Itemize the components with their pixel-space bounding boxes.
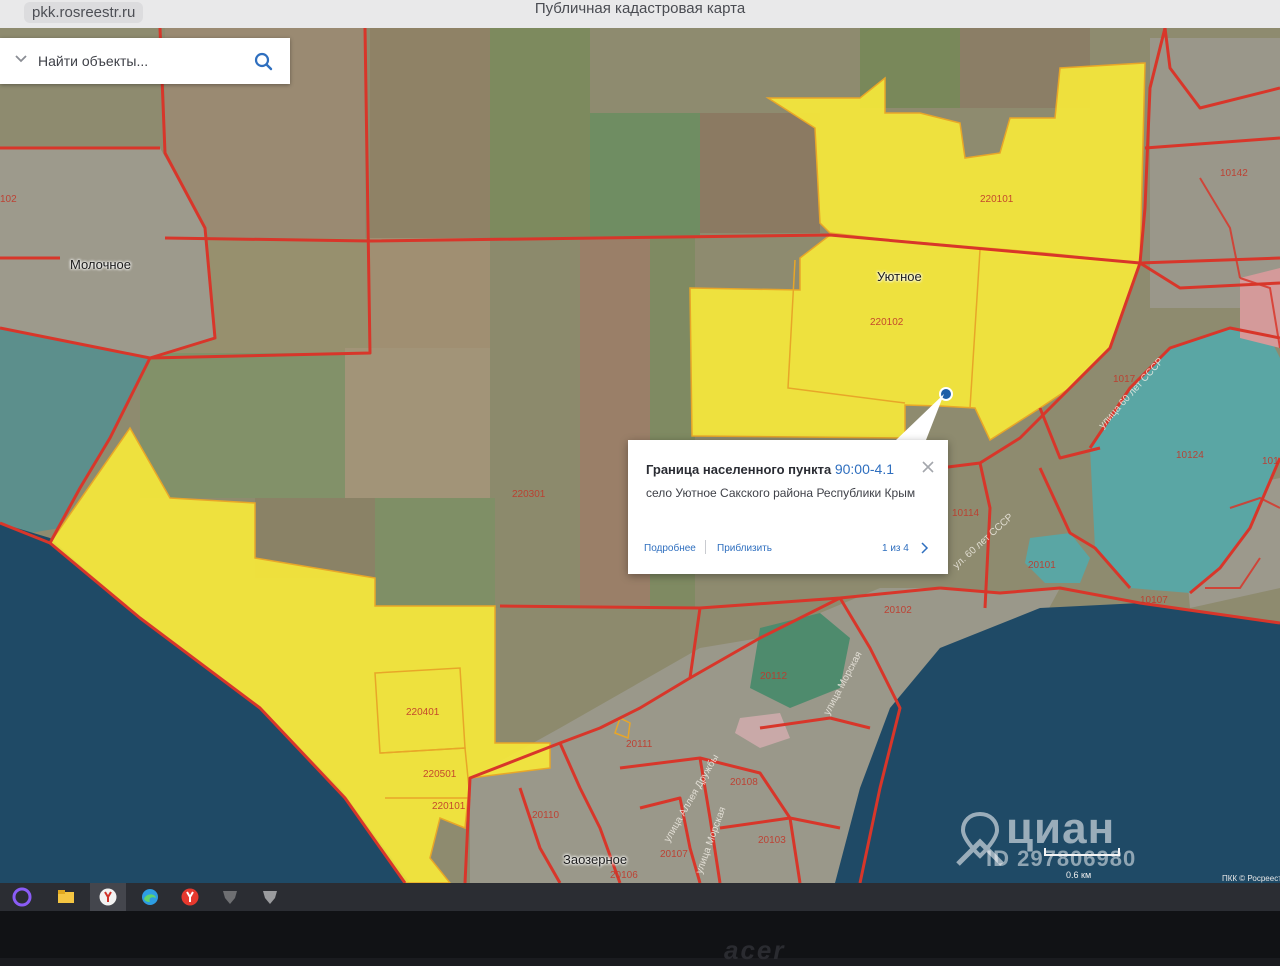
parcel-label: 220101	[980, 194, 1014, 205]
monitor-brand: acer	[724, 935, 786, 965]
search-icon[interactable]	[250, 48, 278, 76]
chevron-down-icon[interactable]	[14, 51, 28, 65]
parcel-label: 220501	[423, 769, 457, 780]
yandex-browser-icon[interactable]	[98, 887, 118, 907]
place-label-zaozernoe: Заозерное	[563, 852, 628, 867]
close-icon[interactable]	[920, 459, 936, 475]
field-patch	[490, 238, 580, 608]
parcel-label: 20102	[884, 605, 912, 616]
parcel-label: 10114	[952, 508, 980, 519]
parcel-label: 20112	[760, 671, 788, 682]
details-link[interactable]: Подробнее	[644, 543, 696, 554]
tanks-blitz-icon[interactable]	[260, 887, 280, 907]
popup-title: Граница населенного пункта 90:00-4.1	[646, 461, 894, 477]
cadastral-map[interactable]: Молочное Уютное Заозерное 102 220101 220…	[0, 28, 1280, 883]
parcel-label: 20111	[626, 739, 653, 750]
scale-label: 0.6 км	[1066, 870, 1092, 880]
field-patch	[590, 113, 700, 238]
scale-bar	[1044, 848, 1120, 856]
field-patch	[370, 28, 490, 238]
parcel-label: 20103	[758, 835, 786, 846]
parcel-label: 20106	[610, 870, 638, 881]
parcel-label: 20110	[532, 810, 560, 821]
village-east-area	[1150, 38, 1280, 308]
parcel-label: 220101	[432, 801, 466, 812]
alice-icon[interactable]	[12, 887, 32, 907]
popup-pointer	[896, 394, 944, 440]
field-patch	[370, 238, 490, 348]
popup-description: село Уютное Сакского района Республики К…	[646, 486, 916, 500]
page-title: Публичная кадастровая карта	[534, 0, 746, 17]
parcel-label: 220401	[406, 707, 440, 718]
monitor-bezel: acer	[0, 911, 1280, 965]
field-patch	[140, 353, 345, 498]
info-popup: Граница населенного пункта 90:00-4.1 сел…	[628, 440, 948, 574]
search-input[interactable]: Найти объекты...	[38, 53, 148, 69]
field-patch	[345, 348, 490, 508]
parcel-label: 101	[1262, 456, 1279, 467]
parcel-label: 20101	[1028, 560, 1056, 571]
zoom-in-link[interactable]: Приблизить	[717, 543, 772, 554]
chevron-right-icon[interactable]	[918, 541, 930, 555]
field-patch	[375, 498, 495, 608]
place-label-molochnoe: Молочное	[70, 257, 132, 272]
tanks-icon[interactable]	[220, 887, 240, 907]
popup-pager: 1 из 4	[882, 543, 909, 554]
popup-cadastral-code[interactable]: 90:00-4.1	[835, 461, 894, 477]
os-taskbar	[0, 883, 1280, 911]
place-label-utnoe: Уютное	[877, 269, 922, 284]
popup-title-text: Граница населенного пункта	[646, 462, 832, 477]
browser-title-bar: pkk.rosreestr.ru Публичная кадастровая к…	[0, 0, 1280, 29]
parcel-label: 20108	[730, 777, 758, 788]
field-patch	[490, 28, 590, 238]
popup-divider	[705, 540, 706, 554]
edge-icon[interactable]	[140, 887, 160, 907]
map-attribution: ПКК © Росреестр	[1222, 874, 1280, 883]
field-patch	[700, 113, 820, 233]
parcel-label: 20107	[660, 849, 688, 860]
parcel-label: 220301	[512, 489, 546, 500]
parcel-label: 10124	[1176, 450, 1204, 461]
parcel-label: 102	[0, 194, 17, 205]
yandex-icon[interactable]	[180, 887, 200, 907]
search-box[interactable]: Найти объекты...	[0, 38, 290, 84]
folder-icon[interactable]	[56, 887, 76, 907]
parcel-label: 10107	[1140, 595, 1168, 606]
parcel-label: 220102	[870, 317, 904, 328]
parcel-label: 10142	[1220, 168, 1248, 179]
